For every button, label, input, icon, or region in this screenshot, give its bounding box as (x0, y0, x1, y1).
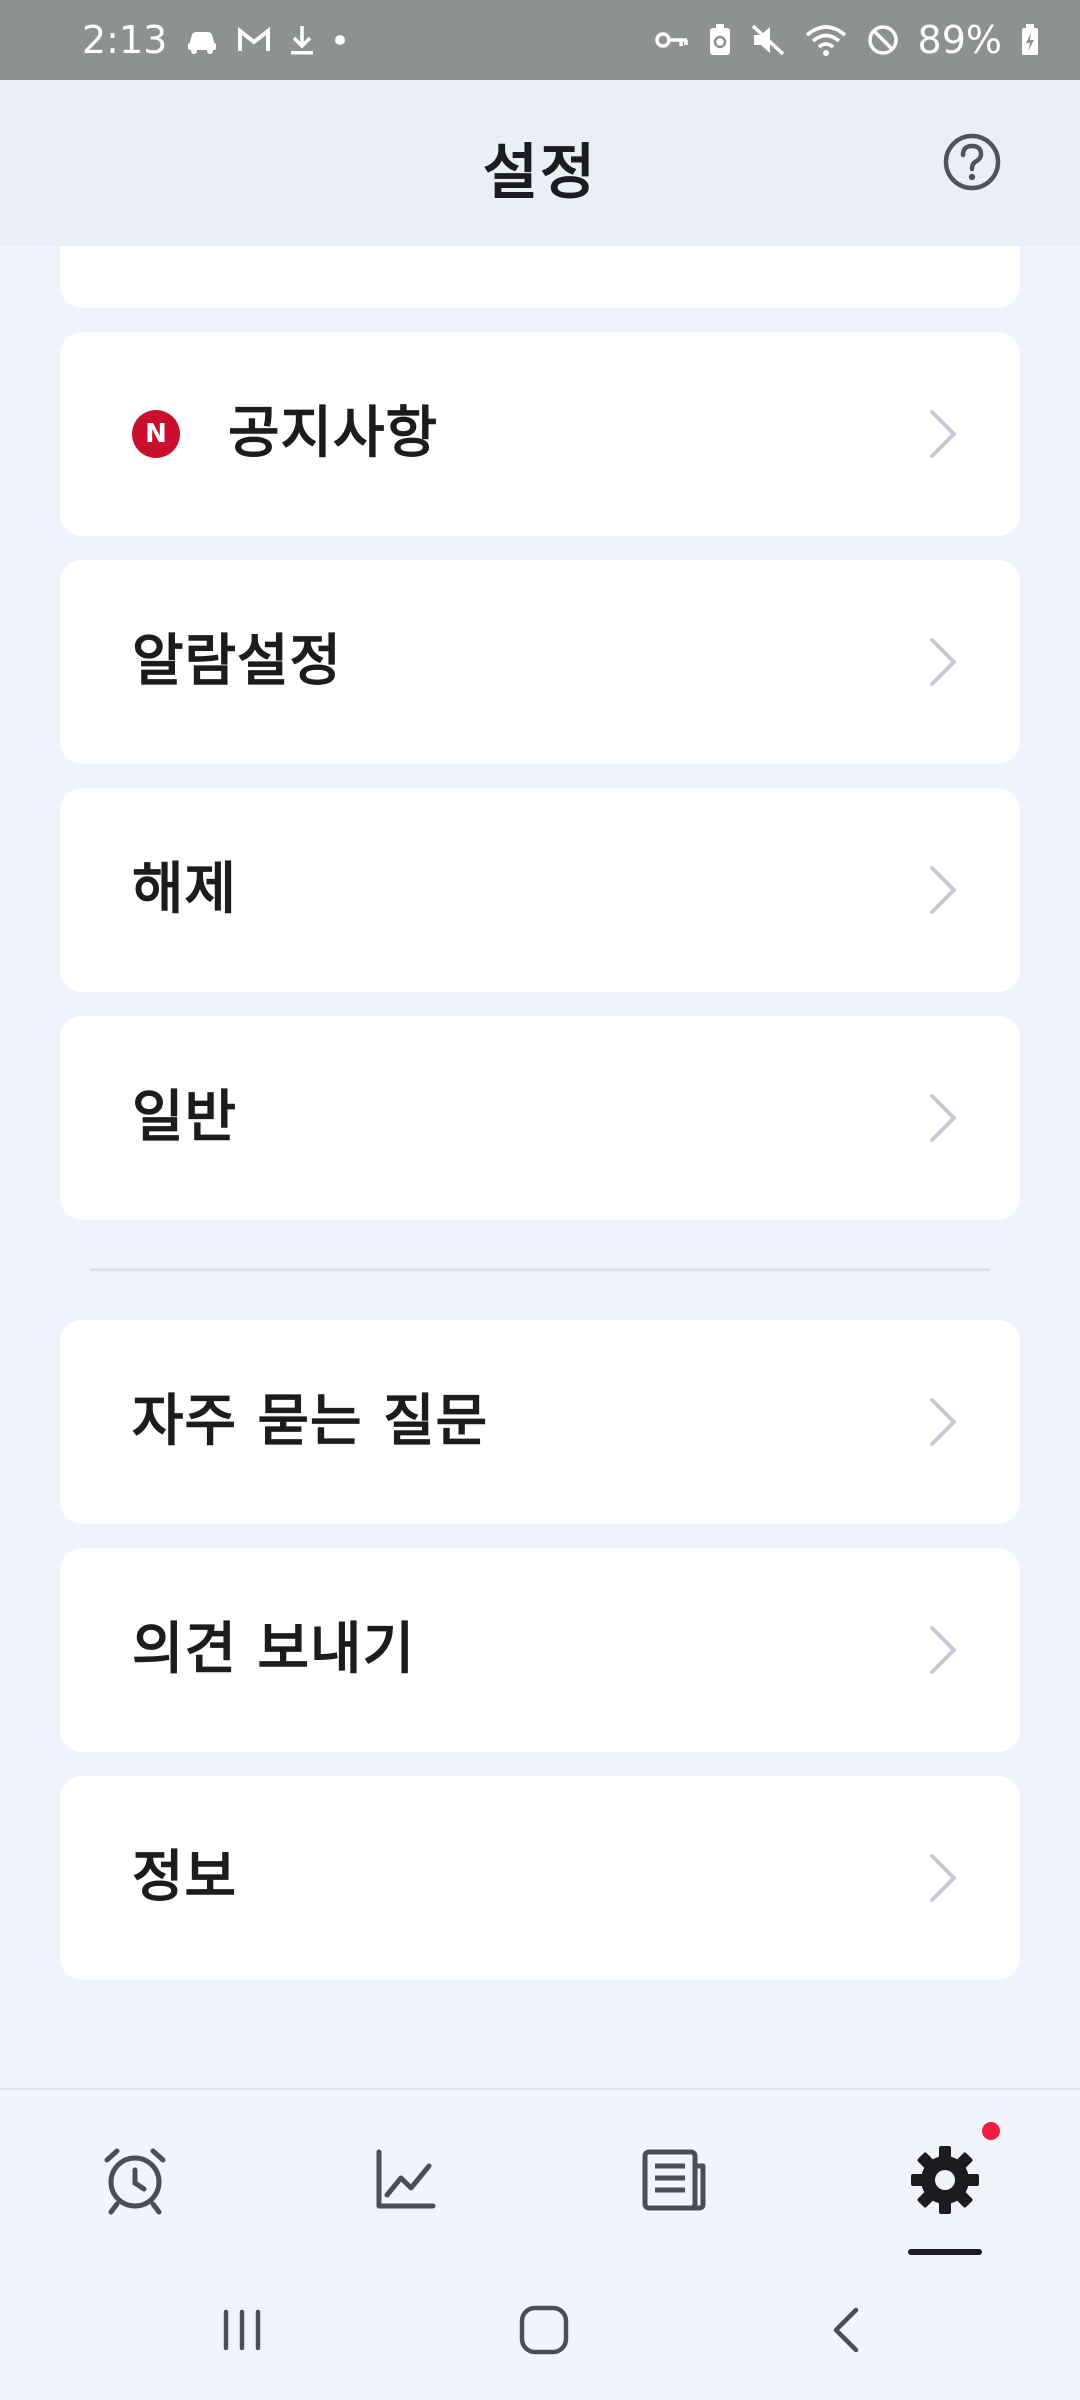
car-icon (185, 25, 219, 55)
menu-item-feedback[interactable]: 의견 보내기 (60, 1548, 1020, 1752)
notification-dot (982, 2122, 1000, 2140)
bottom-nav (0, 2088, 1080, 2260)
back-icon (833, 2307, 859, 2353)
settings-icon (911, 2146, 979, 2214)
chevron-right-icon (930, 1626, 956, 1674)
help-button[interactable] (942, 132, 1002, 192)
wifi-icon (804, 23, 848, 57)
menu-item-label: 정보 (132, 1845, 238, 1910)
menu-item-label: 공지사항 (228, 401, 439, 466)
download-icon (289, 24, 315, 56)
menu-item-faq[interactable]: 자주 묻는 질문 (60, 1320, 1020, 1524)
home-icon (519, 2305, 569, 2355)
system-nav-bar (0, 2260, 1080, 2400)
partial-card (60, 246, 1020, 308)
mute-icon (750, 23, 786, 57)
nav-tab-news[interactable] (635, 2140, 715, 2220)
menu-item-alarm-settings[interactable]: 알람설정 (60, 560, 1020, 764)
menu-item-general[interactable]: 일반 (60, 1016, 1020, 1220)
menu-item-label: 알람설정 (132, 629, 343, 694)
chevron-right-icon (930, 1094, 956, 1142)
menu-item-notice[interactable]: N 공지사항 (60, 332, 1020, 536)
status-bar: 2:13 89% (0, 0, 1080, 80)
chevron-right-icon (930, 866, 956, 914)
home-button[interactable] (514, 2300, 574, 2360)
question-circle-icon (943, 133, 1001, 191)
nav-tab-alarm[interactable] (95, 2140, 175, 2220)
new-badge: N (132, 410, 180, 458)
menu-item-info[interactable]: 정보 (60, 1776, 1020, 1980)
battery-percent: 89% (917, 18, 1002, 62)
gmail-icon (237, 26, 271, 54)
menu-item-label: 일반 (132, 1085, 238, 1150)
menu-item-label: 자주 묻는 질문 (132, 1389, 489, 1454)
section-divider (90, 1268, 990, 1271)
chart-icon (376, 2149, 436, 2209)
page-title: 설정 (482, 138, 598, 208)
chevron-right-icon (930, 638, 956, 686)
menu-item-label: 해제 (132, 857, 238, 922)
do-not-disturb-icon (866, 23, 900, 57)
news-icon (642, 2149, 706, 2211)
menu-item-label: 의견 보내기 (132, 1617, 416, 1682)
chevron-right-icon (930, 1854, 956, 1902)
alarm-clock-icon (104, 2148, 166, 2215)
nav-tab-settings[interactable] (905, 2140, 985, 2220)
dot-icon (333, 33, 347, 47)
battery-saver-icon (708, 23, 732, 57)
back-button[interactable] (818, 2300, 878, 2360)
chevron-right-icon (930, 1398, 956, 1446)
active-tab-indicator (908, 2249, 982, 2255)
key-icon (654, 30, 690, 50)
status-time: 2:13 (82, 18, 168, 62)
menu-item-release[interactable]: 해제 (60, 788, 1020, 992)
app-header: 설정 (0, 80, 1080, 246)
recents-icon (223, 2309, 261, 2351)
battery-icon (1020, 23, 1040, 57)
nav-tab-chart[interactable] (365, 2140, 445, 2220)
recents-button[interactable] (212, 2300, 272, 2360)
chevron-right-icon (930, 410, 956, 458)
